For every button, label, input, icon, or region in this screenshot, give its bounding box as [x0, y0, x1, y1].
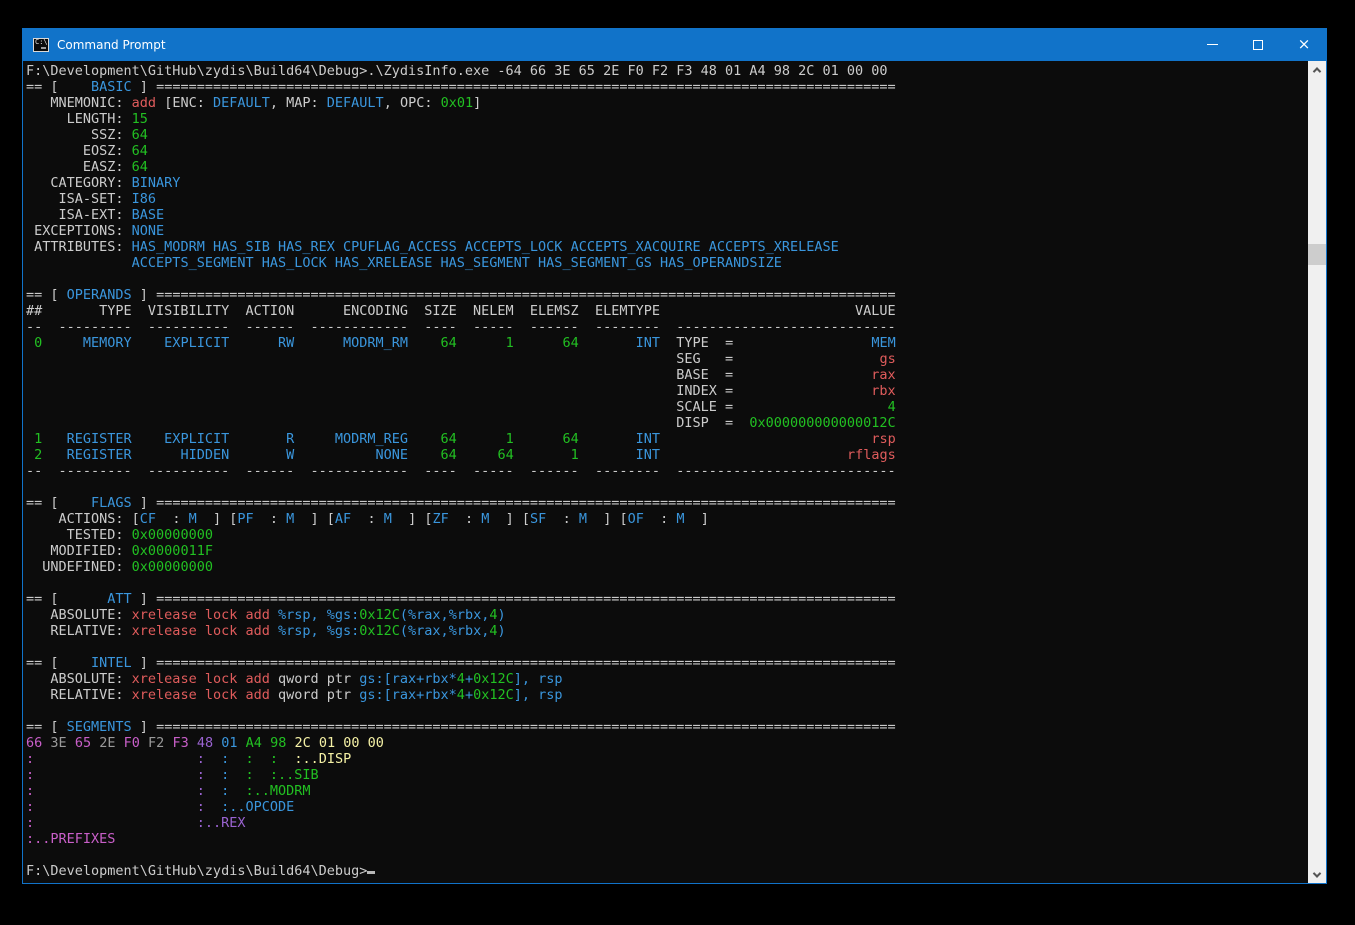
- scroll-down-button[interactable]: [1308, 866, 1326, 883]
- terminal-line: ABSOLUTE: xrelease lock add qword ptr gs…: [26, 671, 1308, 687]
- terminal-line: F:\Development\GitHub\zydis\Build64\Debu…: [26, 863, 1308, 879]
- close-button[interactable]: ×: [1281, 28, 1327, 61]
- terminal-line: == [ ATT ] =============================…: [26, 591, 1308, 607]
- terminal-line: MODIFIED: 0x0000011F: [26, 543, 1308, 559]
- terminal-line: ## TYPE VISIBILITY ACTION ENCODING SIZE …: [26, 303, 1308, 319]
- terminal-line: DISP = 0x000000000000012C: [26, 415, 1308, 431]
- terminal-line: SCALE = 4: [26, 399, 1308, 415]
- terminal-line: :..PREFIXES: [26, 831, 1308, 847]
- terminal-line: [26, 575, 1308, 591]
- cmd-icon: C:\: [33, 38, 49, 52]
- close-icon: ×: [1298, 37, 1311, 52]
- minimize-button[interactable]: [1189, 28, 1235, 61]
- titlebar[interactable]: C:\ Command Prompt ×: [22, 28, 1327, 61]
- terminal-line: ISA-EXT: BASE: [26, 207, 1308, 223]
- terminal-line: [26, 847, 1308, 863]
- terminal-line: CATEGORY: BINARY: [26, 175, 1308, 191]
- terminal-line: 66 3E 65 2E F0 F2 F3 48 01 A4 98 2C 01 0…: [26, 735, 1308, 751]
- terminal-line: ATTRIBUTES: HAS_MODRM HAS_SIB HAS_REX CP…: [26, 239, 1308, 255]
- scroll-up-button[interactable]: [1308, 61, 1326, 78]
- terminal-line: 1 REGISTER EXPLICIT R MODRM_REG 64 1 64 …: [26, 431, 1308, 447]
- terminal-line: SEG = gs: [26, 351, 1308, 367]
- terminal-line: INDEX = rbx: [26, 383, 1308, 399]
- command-prompt-window: C:\ Command Prompt × F:\Development\GitH…: [22, 28, 1327, 884]
- terminal-line: MNEMONIC: add [ENC: DEFAULT, MAP: DEFAUL…: [26, 95, 1308, 111]
- terminal-line: EOSZ: 64: [26, 143, 1308, 159]
- minimize-icon: [1207, 44, 1218, 45]
- terminal-line: [26, 703, 1308, 719]
- scrollbar[interactable]: [1308, 61, 1326, 883]
- terminal-line: 2 REGISTER HIDDEN W NONE 64 64 1 INT rfl…: [26, 447, 1308, 463]
- terminal-line: EXCEPTIONS: NONE: [26, 223, 1308, 239]
- terminal-line: SSZ: 64: [26, 127, 1308, 143]
- terminal-line: ACCEPTS_SEGMENT HAS_LOCK HAS_XRELEASE HA…: [26, 255, 1308, 271]
- terminal-line: LENGTH: 15: [26, 111, 1308, 127]
- terminal-line: 0 MEMORY EXPLICIT RW MODRM_RM 64 1 64 IN…: [26, 335, 1308, 351]
- terminal-line: UNDEFINED: 0x00000000: [26, 559, 1308, 575]
- terminal-line: == [ INTEL ] ===========================…: [26, 655, 1308, 671]
- terminal-line: [26, 479, 1308, 495]
- chevron-up-icon: [1313, 67, 1321, 75]
- terminal-line: : : : : :..SIB: [26, 767, 1308, 783]
- terminal-line: == [ OPERANDS ] ========================…: [26, 287, 1308, 303]
- terminal-line: -- --------- ---------- ------ ---------…: [26, 319, 1308, 335]
- scrollbar-thumb[interactable]: [1308, 244, 1326, 265]
- terminal-line: -- --------- ---------- ------ ---------…: [26, 463, 1308, 479]
- terminal-line: [26, 639, 1308, 655]
- terminal-line: ABSOLUTE: xrelease lock add %rsp, %gs:0x…: [26, 607, 1308, 623]
- terminal-line: RELATIVE: xrelease lock add %rsp, %gs:0x…: [26, 623, 1308, 639]
- terminal-line: BASE = rax: [26, 367, 1308, 383]
- terminal[interactable]: F:\Development\GitHub\zydis\Build64\Debu…: [23, 61, 1308, 883]
- terminal-line: : : : : : :..DISP: [26, 751, 1308, 767]
- terminal-line: RELATIVE: xrelease lock add qword ptr gs…: [26, 687, 1308, 703]
- maximize-icon: [1253, 40, 1263, 50]
- terminal-line: : : : :..MODRM: [26, 783, 1308, 799]
- terminal-line: EASZ: 64: [26, 159, 1308, 175]
- terminal-line: ISA-SET: I86: [26, 191, 1308, 207]
- terminal-line: : :..REX: [26, 815, 1308, 831]
- window-controls: ×: [1189, 28, 1327, 61]
- window-title: Command Prompt: [57, 38, 166, 52]
- terminal-line: TESTED: 0x00000000: [26, 527, 1308, 543]
- text-cursor: [367, 871, 375, 874]
- terminal-output: F:\Development\GitHub\zydis\Build64\Debu…: [23, 61, 1308, 879]
- terminal-line: == [ BASIC ] ===========================…: [26, 79, 1308, 95]
- terminal-line: F:\Development\GitHub\zydis\Build64\Debu…: [26, 63, 1308, 79]
- maximize-button[interactable]: [1235, 28, 1281, 61]
- terminal-line: [26, 271, 1308, 287]
- terminal-line: == [ SEGMENTS ] ========================…: [26, 719, 1308, 735]
- terminal-line: : : :..OPCODE: [26, 799, 1308, 815]
- terminal-line: == [ FLAGS ] ===========================…: [26, 495, 1308, 511]
- terminal-line: ACTIONS: [CF : M ] [PF : M ] [AF : M ] […: [26, 511, 1308, 527]
- chevron-down-icon: [1313, 869, 1321, 877]
